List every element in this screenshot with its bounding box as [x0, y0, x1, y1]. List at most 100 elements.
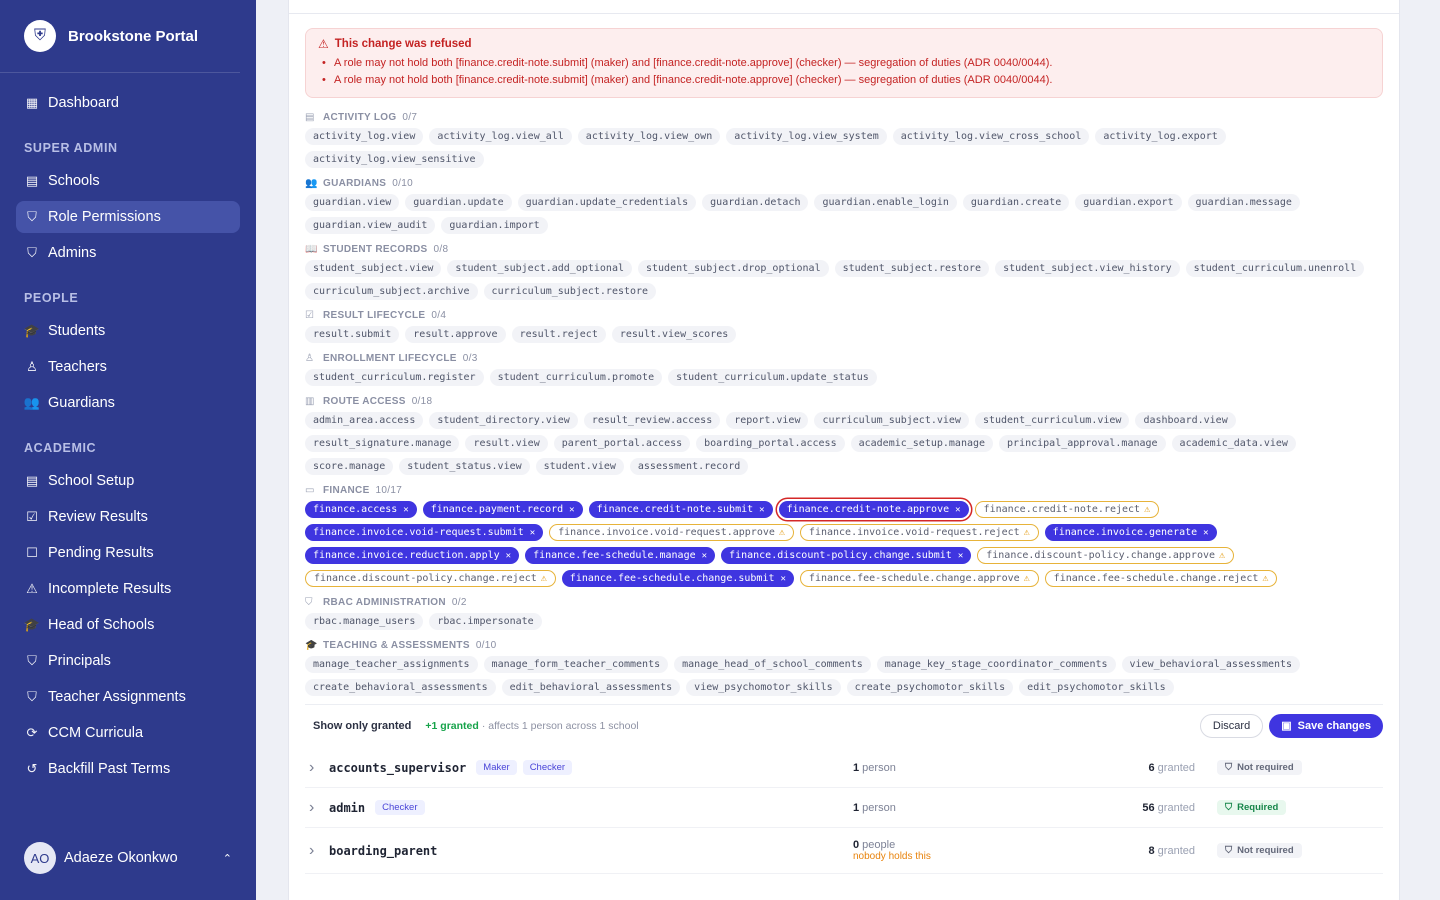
permission-chip[interactable]: dashboard.view: [1135, 412, 1236, 429]
permission-chip[interactable]: result.view: [465, 435, 548, 452]
permission-chip[interactable]: finance.discount-policy.change.approve ⚠: [977, 547, 1235, 564]
permission-chip[interactable]: finance.invoice.void-request.submit ✕: [305, 524, 544, 541]
sidebar-item-teachers[interactable]: ♙ Teachers: [16, 351, 240, 383]
permission-chip[interactable]: result_signature.manage: [305, 435, 460, 452]
permission-chip[interactable]: activity_log.view_system: [726, 128, 887, 145]
sidebar-item-guardians[interactable]: 👥 Guardians: [16, 387, 240, 419]
show-only-granted-toggle[interactable]: Show only granted: [313, 720, 411, 732]
sidebar-item-principals[interactable]: ⛉ Principals: [16, 645, 240, 677]
permission-chip[interactable]: view_psychomotor_skills: [686, 679, 841, 696]
permission-chip[interactable]: activity_log.view_own: [577, 128, 721, 145]
permission-chip[interactable]: finance.fee-schedule.change.submit ✕: [561, 570, 794, 587]
permission-chip[interactable]: rbac.manage_users: [305, 613, 424, 630]
permission-chip[interactable]: guardian.message: [1187, 194, 1300, 211]
permission-chip[interactable]: guardian.update_credentials: [517, 194, 697, 211]
permission-chip[interactable]: finance.fee-schedule.manage ✕: [525, 547, 716, 564]
permission-chip[interactable]: academic_setup.manage: [850, 435, 994, 452]
close-icon[interactable]: ✕: [530, 528, 535, 538]
chevron-right-icon[interactable]: ›: [305, 799, 329, 817]
permission-chip[interactable]: student_subject.restore: [834, 260, 990, 277]
sidebar-item-school-setup[interactable]: ▤ School Setup: [16, 465, 240, 497]
permission-chip[interactable]: activity_log.export: [1095, 128, 1226, 145]
permission-chip[interactable]: edit_psychomotor_skills: [1019, 679, 1174, 696]
user-menu[interactable]: AO Adaeze Okonkwo ⌃: [16, 838, 240, 878]
sidebar-item-head-of-schools[interactable]: 🎓 Head of Schools: [16, 609, 240, 641]
permission-chip[interactable]: finance.access ✕: [305, 501, 417, 518]
permission-chip[interactable]: manage_form_teacher_comments: [483, 656, 669, 673]
permission-chip[interactable]: edit_behavioral_assessments: [501, 679, 681, 696]
permission-chip[interactable]: guardian.update: [405, 194, 512, 211]
close-icon[interactable]: ✕: [955, 505, 960, 515]
permission-chip[interactable]: guardian.detach: [702, 194, 809, 211]
permission-chip[interactable]: boarding_portal.access: [696, 435, 845, 452]
permission-chip[interactable]: finance.invoice.void-request.reject ⚠: [799, 524, 1039, 541]
sidebar-item-backfill-past-terms[interactable]: ↺ Backfill Past Terms: [16, 753, 240, 785]
permission-chip[interactable]: finance.discount-policy.change.submit ✕: [721, 547, 972, 564]
permission-chip[interactable]: principal_approval.manage: [999, 435, 1166, 452]
permission-chip[interactable]: result.reject: [511, 326, 606, 343]
sidebar-item-role-permissions[interactable]: ⛉ Role Permissions: [16, 201, 240, 233]
permission-chip[interactable]: finance.fee-schedule.change.approve ⚠: [799, 570, 1039, 587]
permission-chip[interactable]: assessment.record: [629, 458, 749, 475]
permission-chip[interactable]: manage_head_of_school_comments: [674, 656, 871, 673]
permission-chip[interactable]: student_curriculum.view: [974, 412, 1130, 429]
permission-chip[interactable]: activity_log.view_cross_school: [892, 128, 1090, 145]
sidebar-item-schools[interactable]: ▤ Schools: [16, 165, 240, 197]
sidebar-item-ccm-curricula[interactable]: ⟳ CCM Curricula: [16, 717, 240, 749]
permission-chip[interactable]: guardian.export: [1075, 194, 1182, 211]
close-icon[interactable]: ✕: [958, 551, 963, 561]
close-icon[interactable]: ✕: [1203, 528, 1208, 538]
close-icon[interactable]: ✕: [781, 574, 786, 584]
permission-chip[interactable]: finance.invoice.reduction.apply ✕: [305, 547, 520, 564]
permission-chip[interactable]: finance.credit-note.submit ✕: [588, 501, 773, 518]
permission-chip[interactable]: activity_log.view_all: [429, 128, 572, 145]
sidebar-item-students[interactable]: 🎓 Students: [16, 315, 240, 347]
permission-chip[interactable]: student_curriculum.promote: [489, 369, 663, 386]
close-icon[interactable]: ✕: [702, 551, 707, 561]
permission-chip[interactable]: result.submit: [305, 326, 400, 343]
sidebar-item-admins[interactable]: ⛉ Admins: [16, 237, 240, 269]
permission-chip[interactable]: parent_portal.access: [553, 435, 691, 452]
permission-chip[interactable]: student_subject.view: [305, 260, 442, 277]
permission-chip[interactable]: finance.fee-schedule.change.reject ⚠: [1044, 570, 1278, 587]
permission-chip[interactable]: activity_log.view_sensitive: [305, 151, 484, 168]
save-changes-button[interactable]: ▣ Save changes: [1269, 713, 1383, 738]
permission-chip[interactable]: manage_teacher_assignments: [305, 656, 478, 673]
permission-chip[interactable]: result_review.access: [583, 412, 721, 429]
permission-chip[interactable]: curriculum_subject.restore: [483, 283, 657, 300]
close-icon[interactable]: ✕: [506, 551, 511, 561]
permission-chip[interactable]: view_behavioral_assessments: [1121, 656, 1301, 673]
permission-chip[interactable]: finance.invoice.generate ✕: [1044, 524, 1217, 541]
permission-chip[interactable]: result.view_scores: [611, 326, 737, 343]
permission-chip[interactable]: rbac.impersonate: [429, 613, 542, 630]
discard-button[interactable]: Discard: [1199, 713, 1264, 738]
role-row[interactable]: › accounts_supervisor Maker Checker 1 person…: [305, 748, 1383, 788]
permission-chip[interactable]: student_subject.add_optional: [447, 260, 632, 277]
permission-chip[interactable]: guardian.view: [305, 194, 400, 211]
chevron-right-icon[interactable]: ›: [305, 842, 329, 860]
sidebar-item-pending-results[interactable]: ☐ Pending Results: [16, 537, 240, 569]
close-icon[interactable]: ✕: [403, 505, 408, 515]
permission-chip[interactable]: guardian.enable_login: [814, 194, 957, 211]
permission-chip[interactable]: guardian.create: [962, 194, 1070, 211]
permission-chip[interactable]: student_status.view: [399, 458, 530, 475]
permission-chip[interactable]: create_psychomotor_skills: [846, 679, 1014, 696]
close-icon[interactable]: ✕: [569, 505, 574, 515]
permission-chip[interactable]: activity_log.view: [305, 128, 424, 145]
permission-chip[interactable]: student_subject.drop_optional: [638, 260, 829, 277]
permission-chip[interactable]: academic_data.view: [1171, 435, 1296, 452]
permission-chip[interactable]: student_subject.view_history: [995, 260, 1180, 277]
permission-chip[interactable]: curriculum_subject.archive: [305, 283, 478, 300]
chevron-right-icon[interactable]: ›: [305, 759, 329, 777]
permission-chip[interactable]: finance.invoice.void-request.approve ⚠: [549, 524, 794, 541]
sidebar-item-dashboard[interactable]: ▦ Dashboard: [16, 87, 240, 119]
permission-chip[interactable]: manage_key_stage_coordinator_comments: [876, 656, 1116, 673]
permission-chip[interactable]: student_directory.view: [429, 412, 578, 429]
role-row[interactable]: › boarding_parent 0 people nobody holds thi…: [305, 828, 1383, 874]
permission-chip[interactable]: finance.credit-note.reject ⚠: [974, 501, 1160, 518]
permission-chip[interactable]: finance.credit-note.approve ✕: [778, 501, 969, 518]
role-row[interactable]: › admin Checker 1 person 56 granted ⛉ Required: [305, 788, 1383, 828]
permission-chip[interactable]: student.view: [535, 458, 624, 475]
sidebar-item-review-results[interactable]: ☑ Review Results: [16, 501, 240, 533]
permission-chip[interactable]: create_behavioral_assessments: [305, 679, 496, 696]
